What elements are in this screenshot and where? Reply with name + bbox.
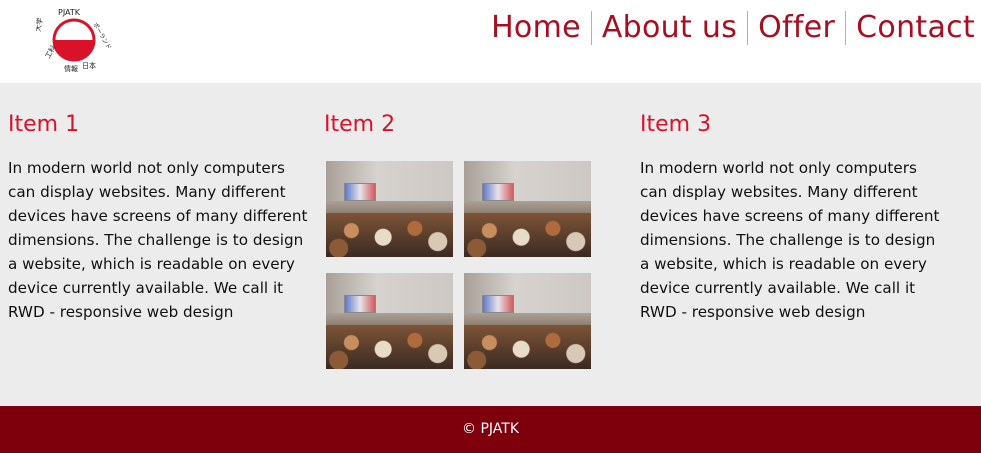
item-1-text: In modern world not only computers can d… xyxy=(8,159,308,321)
item-1-title: Item 1 xyxy=(8,112,80,137)
svg-text:日本: 日本 xyxy=(82,61,96,70)
item-3-section: Item 3 In modern world not only computer… xyxy=(640,110,940,324)
lecture-hall-photo[interactable] xyxy=(464,273,591,369)
item-2-title: Item 2 xyxy=(324,112,396,137)
nav-home-link[interactable]: Home xyxy=(481,8,591,48)
svg-text:大学: 大学 xyxy=(36,17,44,32)
svg-text:情報: 情報 xyxy=(64,64,78,73)
site-header: PJATK ポーランド 日本 情報 工科 大学 Home About us Of… xyxy=(0,0,981,83)
pjatk-logo[interactable]: PJATK ポーランド 日本 情報 工科 大学 xyxy=(36,2,112,78)
lecture-hall-photo[interactable] xyxy=(464,161,591,257)
nav-contact-link[interactable]: Contact xyxy=(846,8,975,48)
item-2-section: Item 2 xyxy=(324,110,395,140)
nav-about-link[interactable]: About us xyxy=(592,8,747,48)
main-nav: Home About us Offer Contact xyxy=(481,8,975,48)
nav-offer-link[interactable]: Offer xyxy=(748,8,845,48)
lecture-hall-photo[interactable] xyxy=(326,273,453,369)
svg-text:PJATK: PJATK xyxy=(58,8,81,17)
lecture-hall-photo[interactable] xyxy=(326,161,453,257)
site-footer: © PJATK xyxy=(0,406,981,453)
item-3-text: In modern world not only computers can d… xyxy=(640,159,940,321)
footer-copyright: © PJATK xyxy=(462,421,519,437)
item-3-title: Item 3 xyxy=(640,112,712,137)
photo-gallery xyxy=(326,161,592,369)
item-1-section: Item 1 In modern world not only computer… xyxy=(8,110,308,324)
